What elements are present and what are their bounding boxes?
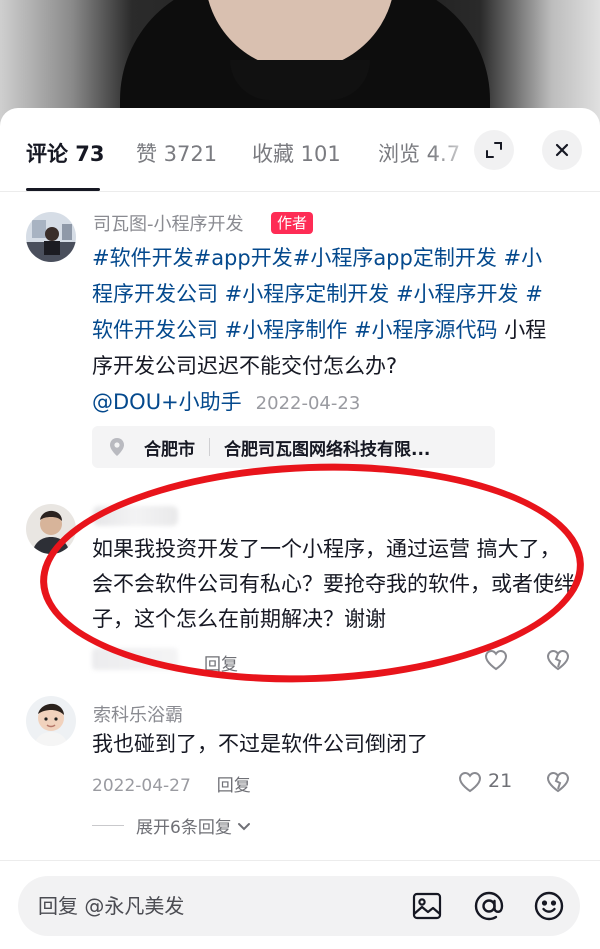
author-avatar[interactable] <box>26 212 76 262</box>
author-name[interactable]: 司瓦图-小程序开发 <box>93 210 244 236</box>
at-icon[interactable] <box>472 889 506 923</box>
tab-likes[interactable]: 赞 3721 <box>136 138 217 168</box>
heart-icon[interactable] <box>457 770 483 794</box>
broken-heart-icon[interactable] <box>545 770 571 794</box>
comment-time-blurred <box>92 648 178 670</box>
commenter-avatar[interactable] <box>26 696 76 746</box>
reply-button[interactable]: 回复 <box>217 776 251 796</box>
emoji-icon[interactable] <box>532 889 566 923</box>
tab-favorites[interactable]: 收藏 101 <box>252 138 341 168</box>
comment-meta: 回复 <box>178 650 238 675</box>
commenter-name[interactable]: 索科乐浴霸 <box>93 701 183 727</box>
reply-button[interactable]: 回复 <box>204 655 238 675</box>
comment-sheet: 评论 73 赞 3721 收藏 101 浏览 4.7 司瓦图-小程序开发 作者 <box>0 108 600 949</box>
comment-text: 如果我投资开发了一个小程序，通过运营 搞大了，会不会软件公司有私心？要抢夺我的软… <box>92 537 575 631</box>
location-city: 合肥市 <box>144 439 195 460</box>
comment-meta: 2022-04-27 回复 <box>92 771 251 796</box>
commenter-avatar[interactable] <box>26 504 76 554</box>
post-mention[interactable]: @DOU+小助手 <box>92 390 242 414</box>
expand-replies-button[interactable]: 展开6条回复 <box>92 813 252 838</box>
post-body: #软件开发#app开发#小程序app定制开发 #小程序开发公司 #小程序定制开发… <box>92 240 562 422</box>
expand-button[interactable] <box>474 130 514 170</box>
post-date: 2022-04-23 <box>255 393 361 414</box>
tab-active-indicator <box>26 188 100 191</box>
broken-heart-icon[interactable] <box>545 648 571 672</box>
chevron-down-icon <box>237 822 250 830</box>
commenter-name-blurred <box>93 506 178 526</box>
comment-input[interactable] <box>38 890 388 922</box>
tab-comments[interactable]: 评论 73 <box>26 138 105 168</box>
like-count: 21 <box>488 770 513 792</box>
comment-input-bar <box>18 876 580 936</box>
heart-icon[interactable] <box>483 648 509 672</box>
tab-bar: 评论 73 赞 3721 收藏 101 浏览 4.7 <box>0 108 600 192</box>
location-name: 合肥司瓦图网络科技有限... <box>224 439 431 460</box>
location-tag[interactable]: 合肥市 合肥司瓦图网络科技有限... <box>92 426 495 468</box>
author-badge: 作者 <box>271 212 314 234</box>
image-icon[interactable] <box>410 889 444 923</box>
close-button[interactable] <box>542 130 582 170</box>
expand-replies-label: 展开6条回复 <box>136 818 232 838</box>
location-pin-icon <box>110 438 124 456</box>
post-hashtags[interactable]: #软件开发#app开发#小程序app定制开发 #小程序开发公司 #小程序定制开发… <box>92 246 543 342</box>
comment-text: 我也碰到了，不过是软件公司倒闭了 <box>92 732 428 756</box>
expand-icon <box>486 142 502 158</box>
comment-date: 2022-04-27 <box>92 776 191 796</box>
close-icon <box>555 143 569 157</box>
